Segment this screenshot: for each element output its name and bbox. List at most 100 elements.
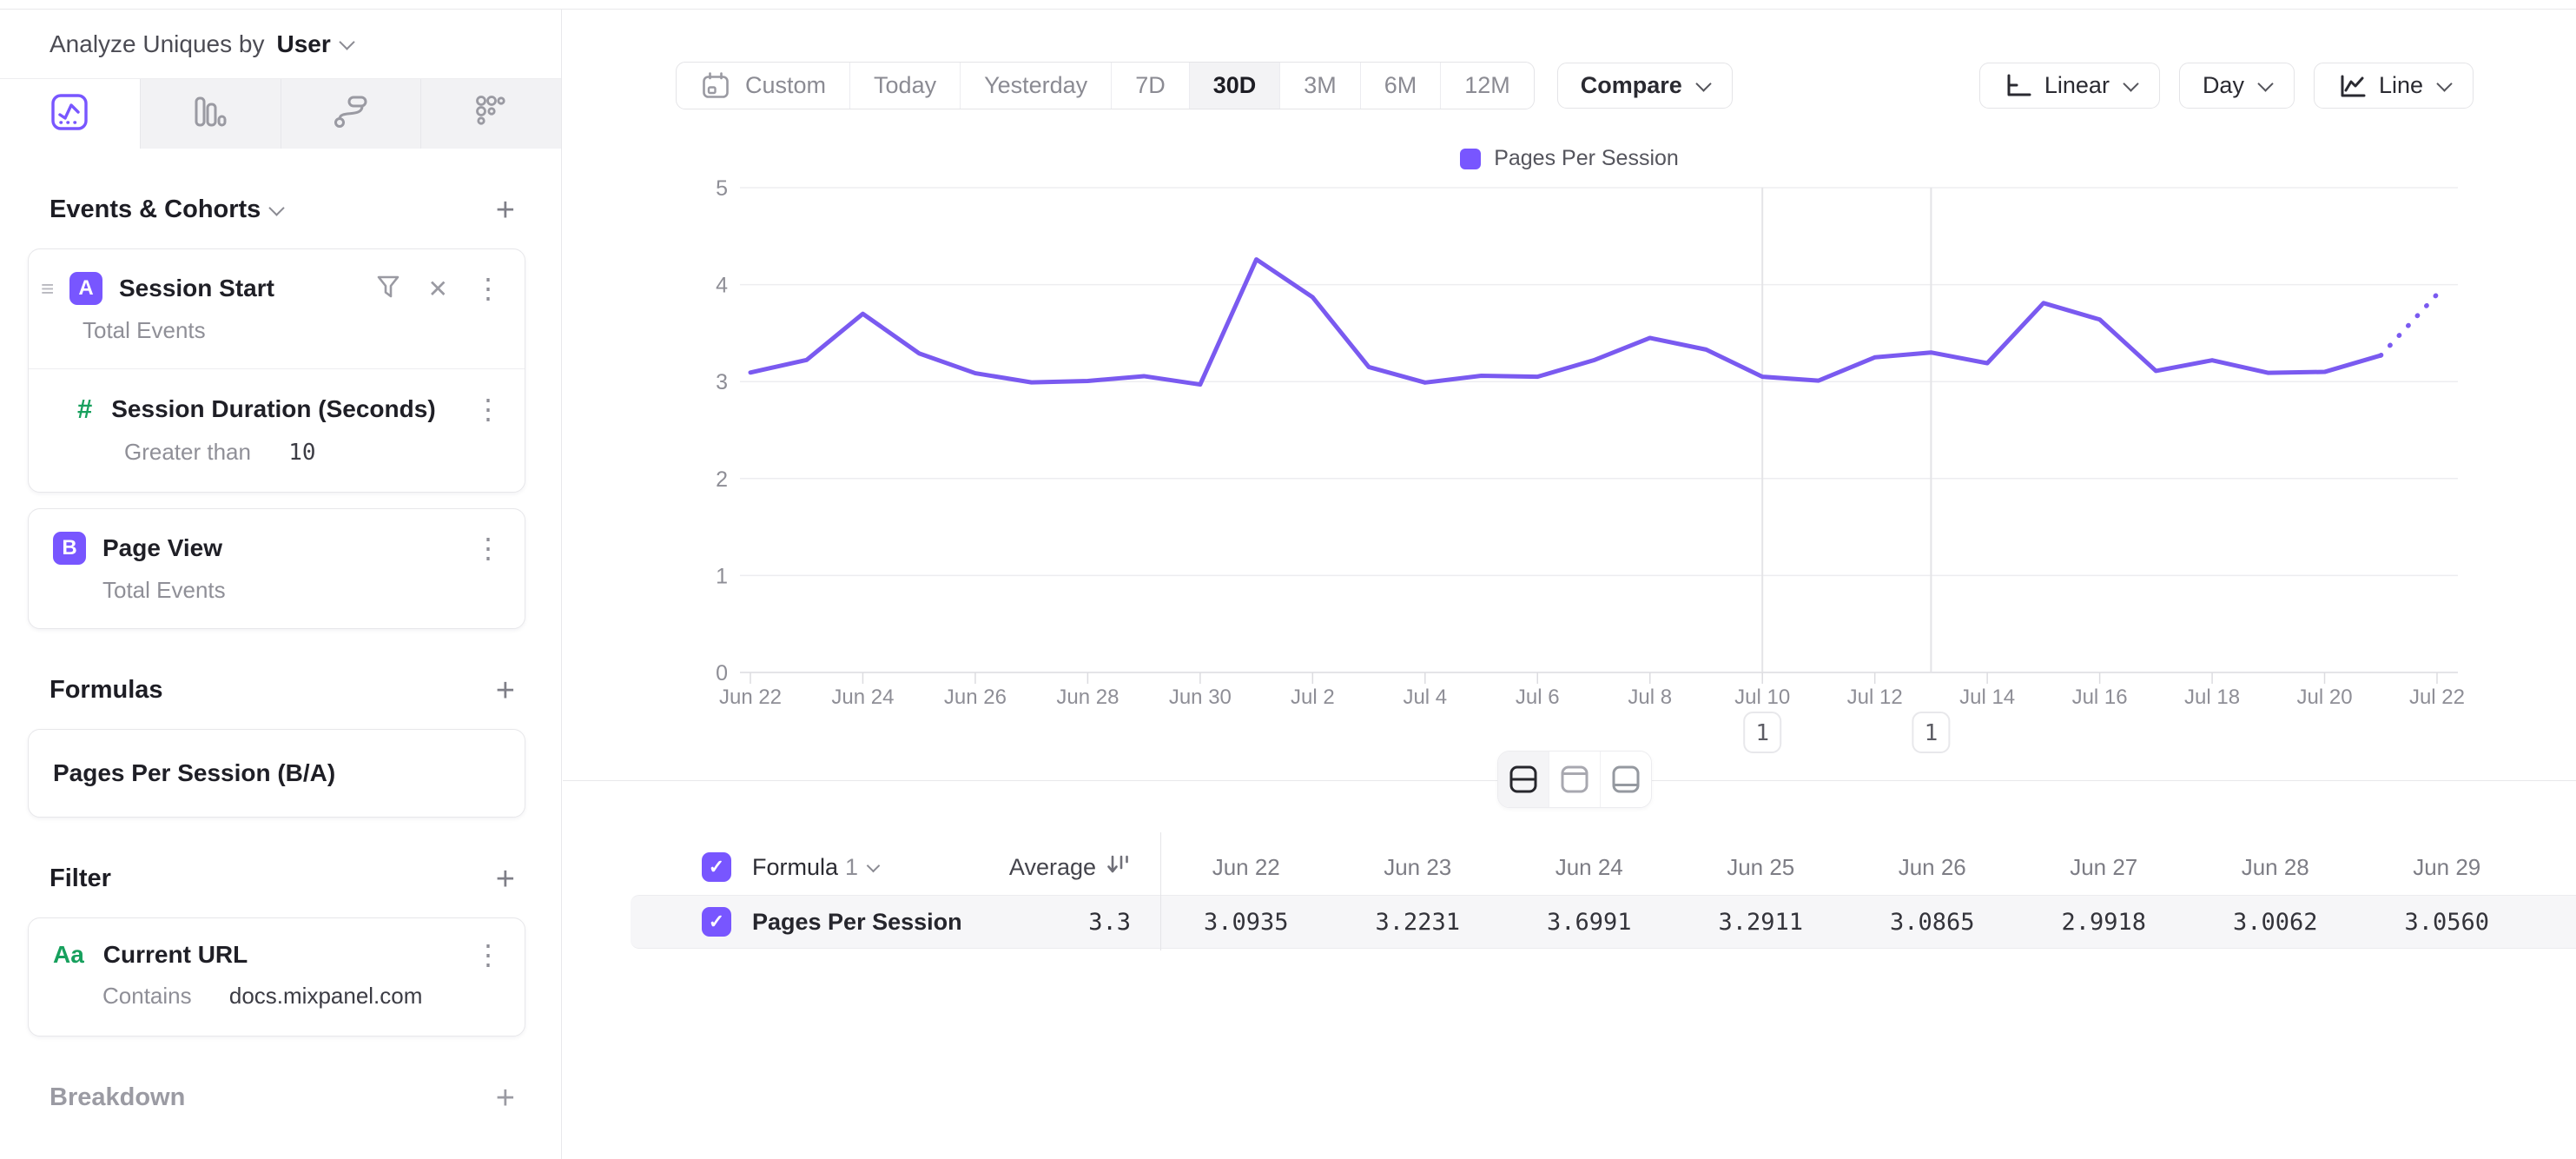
property-condition[interactable]: Greater than 10 (29, 425, 525, 492)
range-30d[interactable]: 30D (1190, 63, 1281, 109)
property-title[interactable]: Session Duration (Seconds) (111, 395, 435, 423)
svg-text:Jun 30: Jun 30 (1169, 685, 1232, 709)
filter-title: Filter (50, 864, 111, 893)
linear-axis-icon (2003, 72, 2032, 100)
kebab-menu-icon[interactable]: ⋮ (474, 942, 502, 968)
average-value-cell: 3.3 (1088, 909, 1131, 936)
table-row[interactable]: ✓ Pages Per Session 3.3 3.0935 3.2231 3.… (563, 895, 2576, 949)
svg-text:0: 0 (716, 661, 728, 685)
value-cell: 3.0935 (1160, 909, 1332, 936)
chevron-down-icon (2123, 76, 2138, 91)
formula-card[interactable]: Pages Per Session (B/A) (28, 729, 525, 818)
chevron-down-icon (867, 858, 881, 872)
add-filter-button[interactable]: + (496, 866, 515, 892)
add-formula-button[interactable]: + (496, 678, 515, 704)
event-aggregation[interactable]: Total Events (29, 305, 525, 368)
range-custom[interactable]: Custom (677, 63, 850, 109)
number-property-icon: # (77, 394, 92, 425)
chevron-down-icon (339, 34, 354, 50)
tab-flows[interactable] (281, 79, 422, 149)
sort-descending-icon[interactable] (1105, 851, 1131, 884)
analyze-header: Analyze Uniques by User (0, 10, 561, 79)
formulas-section-header: Formulas + (50, 676, 515, 705)
table-only-view-button[interactable] (1601, 752, 1651, 807)
operator-label[interactable]: Contains (102, 983, 192, 1009)
range-6m[interactable]: 6M (1361, 63, 1442, 109)
line-chart[interactable]: 012345Jun 22Jun 24Jun 26Jun 28Jun 30Jul … (563, 122, 2576, 782)
split-view-icon (1505, 761, 1542, 798)
value-cell: 3.0560 (2361, 909, 2533, 936)
operator-value[interactable]: 10 (288, 440, 315, 466)
chart-only-view-icon (1556, 761, 1593, 798)
filter-funnel-icon[interactable] (374, 273, 402, 305)
remove-event-icon[interactable]: ✕ (428, 275, 448, 303)
range-12m[interactable]: 12M (1441, 63, 1534, 109)
compare-button[interactable]: Compare (1557, 63, 1733, 109)
range-yesterday[interactable]: Yesterday (961, 63, 1112, 109)
svg-text:Jun 28: Jun 28 (1056, 685, 1119, 709)
event-card-page-view[interactable]: B Page View ⋮ Total Events (28, 508, 525, 629)
kebab-menu-icon[interactable]: ⋮ (474, 275, 502, 301)
results-table: ✓ Formula1 Average J (563, 839, 2576, 949)
chevron-down-icon (2436, 76, 2452, 91)
formula-column-header[interactable]: Formula1 (752, 854, 858, 881)
date-range-picker: Custom Today Yesterday 7D 30D 3M 6M 12M (676, 62, 1535, 109)
date-column-header: Jun 24 (1503, 854, 1675, 881)
svg-text:5: 5 (716, 176, 728, 201)
svg-text:Jul 22: Jul 22 (2409, 685, 2465, 709)
flows-icon (331, 92, 371, 136)
filter-condition[interactable]: Contains docs.mixpanel.com (29, 969, 525, 1036)
add-event-button[interactable]: + (496, 197, 515, 223)
chart-settings: Linear Day Line (1979, 63, 2474, 109)
date-column-header: Jun 25 (1675, 854, 1847, 881)
range-today[interactable]: Today (850, 63, 961, 109)
range-7d[interactable]: 7D (1112, 63, 1190, 109)
line-chart-svg[interactable]: 012345Jun 22Jun 24Jun 26Jun 28Jun 30Jul … (563, 122, 2576, 782)
scale-dropdown[interactable]: Linear (1979, 63, 2160, 109)
date-value-cells: 3.0935 3.2231 3.6991 3.2911 3.0865 2.991… (1160, 909, 2533, 936)
tab-funnels[interactable] (141, 79, 281, 149)
drag-handle-icon[interactable]: ≡ (41, 280, 65, 297)
kebab-menu-icon[interactable]: ⋮ (474, 396, 502, 422)
date-column-header: Jun 26 (1846, 854, 2018, 881)
tab-retention[interactable] (421, 79, 561, 149)
average-column-header[interactable]: Average (1009, 851, 1131, 884)
filter-card-current-url[interactable]: Aa Current URL ⋮ Contains docs.mixpanel.… (28, 917, 525, 1036)
value-cell: 2.9918 (2018, 909, 2190, 936)
event-aggregation[interactable]: Total Events (29, 565, 525, 628)
view-layout-toggle (1497, 751, 1652, 808)
event-letter-badge: B (53, 532, 86, 565)
svg-text:4: 4 (716, 274, 728, 298)
add-breakdown-button[interactable]: + (496, 1085, 515, 1111)
operator-value[interactable]: docs.mixpanel.com (229, 983, 423, 1009)
event-title[interactable]: Session Start (119, 275, 274, 302)
granularity-dropdown[interactable]: Day (2179, 63, 2295, 109)
retention-dots-icon (472, 92, 512, 136)
chart-type-dropdown[interactable]: Line (2314, 63, 2474, 109)
filter-property-title[interactable]: Current URL (103, 941, 248, 969)
table-only-view-icon (1608, 761, 1644, 798)
string-property-icon: Aa (53, 941, 84, 969)
sidebar-body: Events & Cohorts + ≡ A Session Start (0, 195, 561, 1112)
split-view-button[interactable] (1498, 752, 1549, 807)
svg-text:Jul 2: Jul 2 (1291, 685, 1335, 709)
analyze-value-dropdown[interactable]: User (276, 30, 330, 58)
chevron-down-icon[interactable] (269, 200, 285, 215)
svg-text:Jul 20: Jul 20 (2297, 685, 2353, 709)
tab-insights[interactable] (0, 79, 141, 149)
event-title[interactable]: Page View (102, 534, 222, 562)
select-all-checkbox[interactable]: ✓ (702, 852, 731, 882)
operator-label[interactable]: Greater than (124, 439, 251, 465)
chart-toolbar: Custom Today Yesterday 7D 30D 3M 6M 12M … (563, 62, 2576, 109)
date-column-headers: Jun 22 Jun 23 Jun 24 Jun 25 Jun 26 Jun 2… (1160, 854, 2533, 881)
chevron-down-icon (2257, 76, 2273, 91)
date-column-header: Jun 23 (1332, 854, 1504, 881)
event-card-session-start[interactable]: ≡ A Session Start ✕ ⋮ Total Event (28, 248, 525, 493)
svg-text:Jul 6: Jul 6 (1516, 685, 1560, 709)
range-3m[interactable]: 3M (1280, 63, 1361, 109)
event-row: B Page View ⋮ (29, 509, 525, 565)
chart-only-view-button[interactable] (1549, 752, 1601, 807)
row-checkbox[interactable]: ✓ (702, 907, 731, 937)
funnels-bars-icon (190, 92, 230, 136)
kebab-menu-icon[interactable]: ⋮ (474, 535, 502, 561)
